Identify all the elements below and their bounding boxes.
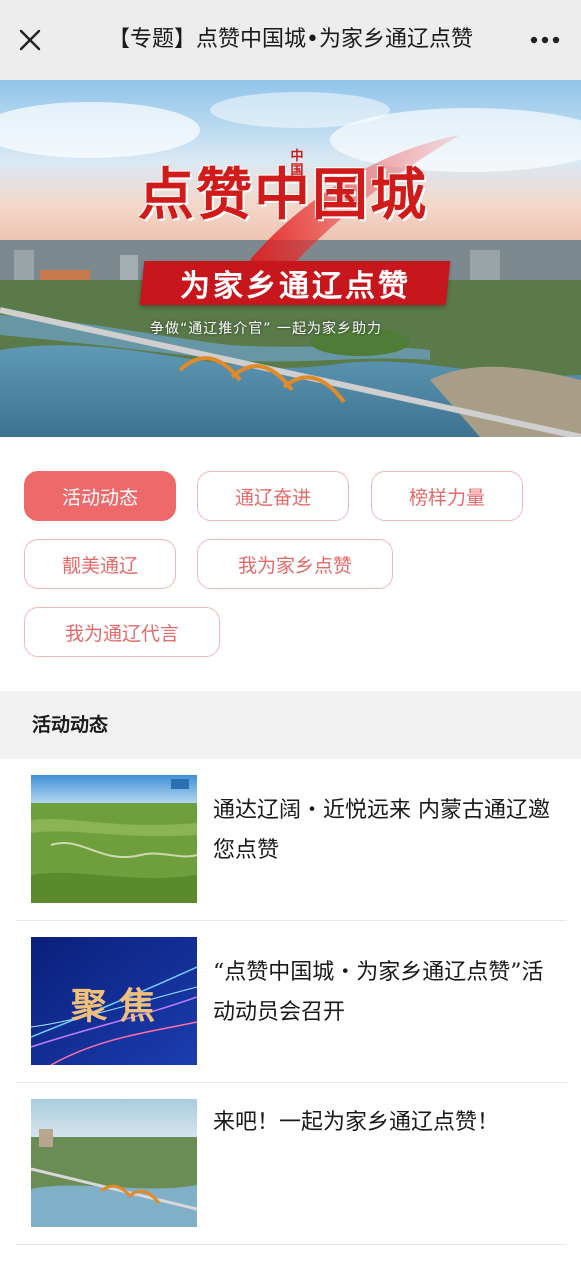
article-thumbnail	[31, 775, 197, 903]
category-tags: 活动动态 通辽奋进 榜样力量 靓美通辽 我为家乡点赞 我为通辽代言	[0, 437, 581, 691]
article-thumbnail	[31, 1099, 197, 1227]
tag-tongliao-progress[interactable]: 通辽奋进	[197, 471, 349, 521]
tag-activity-news[interactable]: 活动动态	[24, 471, 176, 521]
article-thumbnail: 聚焦	[31, 937, 197, 1065]
tag-speak-for-tongliao[interactable]: 我为通辽代言	[24, 607, 220, 657]
section-header: 活动动态	[0, 691, 581, 759]
section-title: 活动动态	[32, 714, 109, 736]
banner-china-mark: 中国	[290, 149, 304, 178]
close-icon[interactable]	[14, 22, 46, 58]
banner-image[interactable]: 点赞中国城 中国 为家乡通辽点赞 争做“通辽推介官” 一起为家乡助力	[0, 80, 581, 437]
banner-ribbon: 为家乡通辽点赞	[139, 261, 451, 305]
tag-role-models[interactable]: 榜样力量	[371, 471, 523, 521]
list-item[interactable]: 来吧！一起为家乡通辽点赞！	[16, 1083, 567, 1245]
banner-ribbon-text: 为家乡通辽点赞	[179, 269, 411, 304]
article-title: “点赞中国城・为家乡通辽点赞”活动动员会召开	[213, 960, 544, 1025]
tag-beautiful-tongliao[interactable]: 靓美通辽	[24, 539, 176, 589]
list-item[interactable]: 聚焦 “点赞中国城・为家乡通辽点赞”活动动员会召开	[16, 921, 567, 1083]
banner-main-title: 点赞中国城	[138, 162, 428, 228]
more-dots-icon[interactable]	[525, 22, 565, 58]
article-title: 来吧！一起为家乡通辽点赞！	[213, 1110, 500, 1135]
article-title: 通达辽阔・近悦远来 内蒙古通辽邀您点赞	[213, 798, 550, 863]
thumbnail-label: 聚焦	[71, 985, 168, 1027]
nav-bar: 【专题】点赞中国城•为家乡通辽点赞	[0, 0, 581, 80]
tag-praise-hometown[interactable]: 我为家乡点赞	[197, 539, 393, 589]
list-item[interactable]: 通达辽阔・近悦远来 内蒙古通辽邀您点赞	[16, 759, 567, 921]
banner-scenery	[0, 80, 581, 437]
banner-tagline: 争做“通辽推介官” 一起为家乡助力	[150, 321, 382, 337]
page-title: 【专题】点赞中国城•为家乡通辽点赞	[108, 27, 473, 52]
